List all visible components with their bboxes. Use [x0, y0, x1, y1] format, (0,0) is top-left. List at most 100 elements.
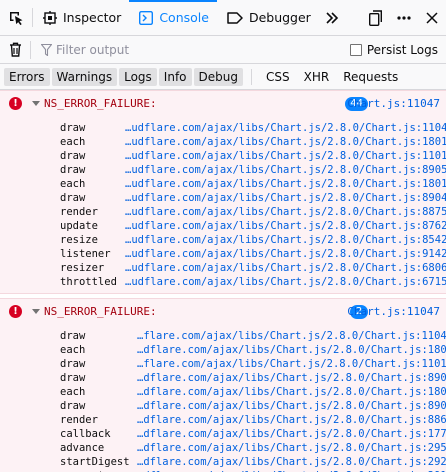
frame-function: listener — [60, 248, 111, 260]
frame-source-link[interactable]: …dflare.com/ajax/libs/Chart.js/2.8.0/Cha… — [137, 372, 446, 384]
frame-source-link[interactable]: …udflare.com/ajax/libs/Chart.js/2.8.0/Ch… — [125, 178, 446, 190]
stack-frame: draw …udflare.com/ajax/libs/Chart.js/2.8.… — [0, 163, 446, 177]
debugger-icon — [227, 11, 243, 24]
console-output: ! NS_ERROR_FAILURE: 44 Chart.js:11047 dr… — [0, 90, 446, 472]
error-message[interactable]: ! NS_ERROR_FAILURE: 2 Chart.js:11047 dra… — [0, 298, 446, 472]
tab-console-label: Console — [159, 10, 209, 25]
frame-source-link[interactable]: …flare.com/ajax/libs/Chart.js/2.8.0/Char… — [137, 330, 446, 342]
frame-source-link[interactable]: …udflare.com/ajax/libs/Chart.js/2.8.0/Ch… — [125, 192, 446, 204]
filter-output-input[interactable] — [56, 42, 256, 57]
error-message-header[interactable]: ! NS_ERROR_FAILURE: 44 Chart.js:11047 — [0, 96, 446, 112]
stack-frame: listener …udflare.com/ajax/libs/Chart.js/… — [0, 247, 446, 261]
stack-frame: startDigest …dflare.com/ajax/libs/Chart.j… — [0, 455, 446, 469]
close-devtools-button[interactable] — [418, 0, 446, 36]
frame-source-link[interactable]: …udflare.com/ajax/libs/Chart.js/2.8.0/Ch… — [125, 206, 446, 218]
filter-requests-button[interactable]: Requests — [337, 68, 404, 86]
stack-frame: throttled …udflare.com/ajax/libs/Chart.js… — [0, 275, 446, 289]
frame-function: draw — [60, 358, 86, 370]
element-picker-button[interactable] — [0, 0, 32, 35]
stack-frame: draw …udflare.com/ajax/libs/Chart.js/2.8.… — [0, 149, 446, 163]
frame-source-link[interactable]: …udflare.com/ajax/libs/Chart.js/2.8.0/Ch… — [125, 262, 446, 274]
console-category-filters: Errors Warnings Logs Info Debug CSS XHR … — [0, 64, 446, 90]
trash-icon — [9, 42, 21, 57]
devtools-toolbar: Inspector Console Debugger — [0, 0, 446, 36]
frame-source-link[interactable]: …dflare.com/ajax/libs/Chart.js/2.8.0/Cha… — [137, 414, 446, 426]
more-tools-button[interactable] — [319, 0, 345, 35]
error-source-link[interactable]: Chart.js:11047 — [347, 305, 440, 318]
frame-source-link[interactable]: …udflare.com/ajax/libs/Chart.js/2.8.0/Ch… — [125, 234, 446, 246]
frame-source-link[interactable]: …udflare.com/ajax/libs/Chart.js/2.8.0/Ch… — [125, 276, 446, 288]
stack-frame: draw …udflare.com/ajax/libs/Chart.js/2.8.… — [0, 121, 446, 135]
toolbar-right-controls — [362, 0, 446, 35]
console-icon — [139, 10, 154, 25]
tab-inspector[interactable]: Inspector — [33, 0, 129, 35]
frame-function: draw — [60, 150, 86, 162]
filter-errors-button[interactable]: Errors — [4, 67, 50, 86]
stack-frame: draw …udflare.com/ajax/libs/Chart.js/2.8.… — [0, 191, 446, 205]
element-picker-icon — [10, 11, 23, 25]
tab-inspector-label: Inspector — [63, 10, 122, 25]
persist-logs-toggle[interactable]: Persist Logs — [342, 43, 446, 57]
stack-frame: resize …udflare.com/ajax/libs/Chart.js/2.… — [0, 233, 446, 247]
stack-frame: each …dflare.com/ajax/libs/Chart.js/2.8.0… — [0, 343, 446, 357]
stack-frame: each …udflare.com/ajax/libs/Chart.js/2.8.… — [0, 135, 446, 149]
category-separator — [250, 68, 252, 85]
frame-function: render — [60, 206, 98, 218]
frame-function: advance — [60, 442, 105, 454]
filter-css-button[interactable]: CSS — [260, 68, 296, 86]
frame-source-link[interactable]: …udflare.com/ajax/libs/Chart.js/2.8.0/Ch… — [125, 136, 446, 148]
frame-function: each — [60, 178, 86, 190]
error-icon: ! — [9, 97, 22, 110]
persist-logs-checkbox[interactable] — [349, 43, 362, 56]
stack-trace: draw …flare.com/ajax/libs/Chart.js/2.8.0/… — [0, 329, 446, 472]
filter-debug-button[interactable]: Debug — [193, 67, 243, 86]
inspector-icon — [43, 10, 57, 25]
frame-function: draw — [60, 192, 86, 204]
expand-triangle-icon[interactable] — [32, 309, 40, 314]
frame-source-link[interactable]: …dflare.com/ajax/libs/Chart.js/2.8.0/Cha… — [137, 442, 446, 454]
expand-triangle-icon[interactable] — [32, 101, 40, 106]
stack-frame: draw …dflare.com/ajax/libs/Chart.js/2.8.0… — [0, 399, 446, 413]
frame-function: draw — [60, 400, 86, 412]
frame-source-link[interactable]: …udflare.com/ajax/libs/Chart.js/2.8.0/Ch… — [125, 220, 446, 232]
stack-frame: render …dflare.com/ajax/libs/Chart.js/2.8… — [0, 413, 446, 427]
filter-warnings-button[interactable]: Warnings — [51, 67, 118, 86]
clear-console-button[interactable] — [0, 42, 30, 57]
toggle-split-console-button[interactable] — [362, 0, 390, 36]
error-message[interactable]: ! NS_ERROR_FAILURE: 44 Chart.js:11047 dr… — [0, 90, 446, 294]
stack-frame: callback …dflare.com/ajax/libs/Chart.js/2… — [0, 427, 446, 441]
frame-function: each — [60, 344, 86, 356]
filter-logs-button[interactable]: Logs — [119, 67, 157, 86]
error-source-link[interactable]: Chart.js:11047 — [347, 97, 440, 110]
frame-source-link[interactable]: …dflare.com/ajax/libs/Chart.js/2.8.0/Cha… — [137, 344, 446, 356]
error-text: NS_ERROR_FAILURE: — [44, 305, 157, 318]
frame-source-link[interactable]: …udflare.com/ajax/libs/Chart.js/2.8.0/Ch… — [125, 122, 446, 134]
frame-function: each — [60, 386, 86, 398]
frame-source-link[interactable]: …dflare.com/ajax/libs/Chart.js/2.8.0/Cha… — [137, 386, 446, 398]
frame-function: update — [60, 220, 98, 232]
options-menu-button[interactable] — [390, 0, 418, 36]
frame-source-link[interactable]: …udflare.com/ajax/libs/Chart.js/2.8.0/Ch… — [125, 150, 446, 162]
funnel-icon — [41, 43, 52, 56]
stack-trace: draw …udflare.com/ajax/libs/Chart.js/2.8.… — [0, 121, 446, 289]
frame-function: each — [60, 136, 86, 148]
frame-source-link[interactable]: …dflare.com/ajax/libs/Chart.js/2.8.0/Cha… — [137, 400, 446, 412]
frame-source-link[interactable]: …flare.com/ajax/libs/Chart.js/2.8.0/Char… — [137, 358, 446, 370]
stack-frame: draw …dflare.com/ajax/libs/Chart.js/2.8.0… — [0, 371, 446, 385]
tab-debugger[interactable]: Debugger — [217, 0, 319, 35]
frame-function: resize — [60, 234, 98, 246]
tab-console[interactable]: Console — [129, 0, 217, 35]
error-icon: ! — [9, 305, 22, 318]
ellipsis-icon — [397, 15, 411, 20]
frame-source-link[interactable]: …dflare.com/ajax/libs/Chart.js/2.8.0/Cha… — [137, 456, 446, 468]
stack-frame: draw …flare.com/ajax/libs/Chart.js/2.8.0/… — [0, 357, 446, 371]
frame-function: draw — [60, 122, 86, 134]
error-message-header[interactable]: ! NS_ERROR_FAILURE: 2 Chart.js:11047 — [0, 304, 446, 320]
stack-frame: advance …dflare.com/ajax/libs/Chart.js/2.… — [0, 441, 446, 455]
filter-field[interactable] — [31, 42, 342, 57]
filter-info-button[interactable]: Info — [158, 67, 192, 86]
frame-source-link[interactable]: …dflare.com/ajax/libs/Chart.js/2.8.0/Cha… — [137, 428, 446, 440]
frame-source-link[interactable]: …udflare.com/ajax/libs/Chart.js/2.8.0/Ch… — [125, 248, 446, 260]
filter-xhr-button[interactable]: XHR — [298, 68, 336, 86]
frame-source-link[interactable]: …udflare.com/ajax/libs/Chart.js/2.8.0/Ch… — [125, 164, 446, 176]
